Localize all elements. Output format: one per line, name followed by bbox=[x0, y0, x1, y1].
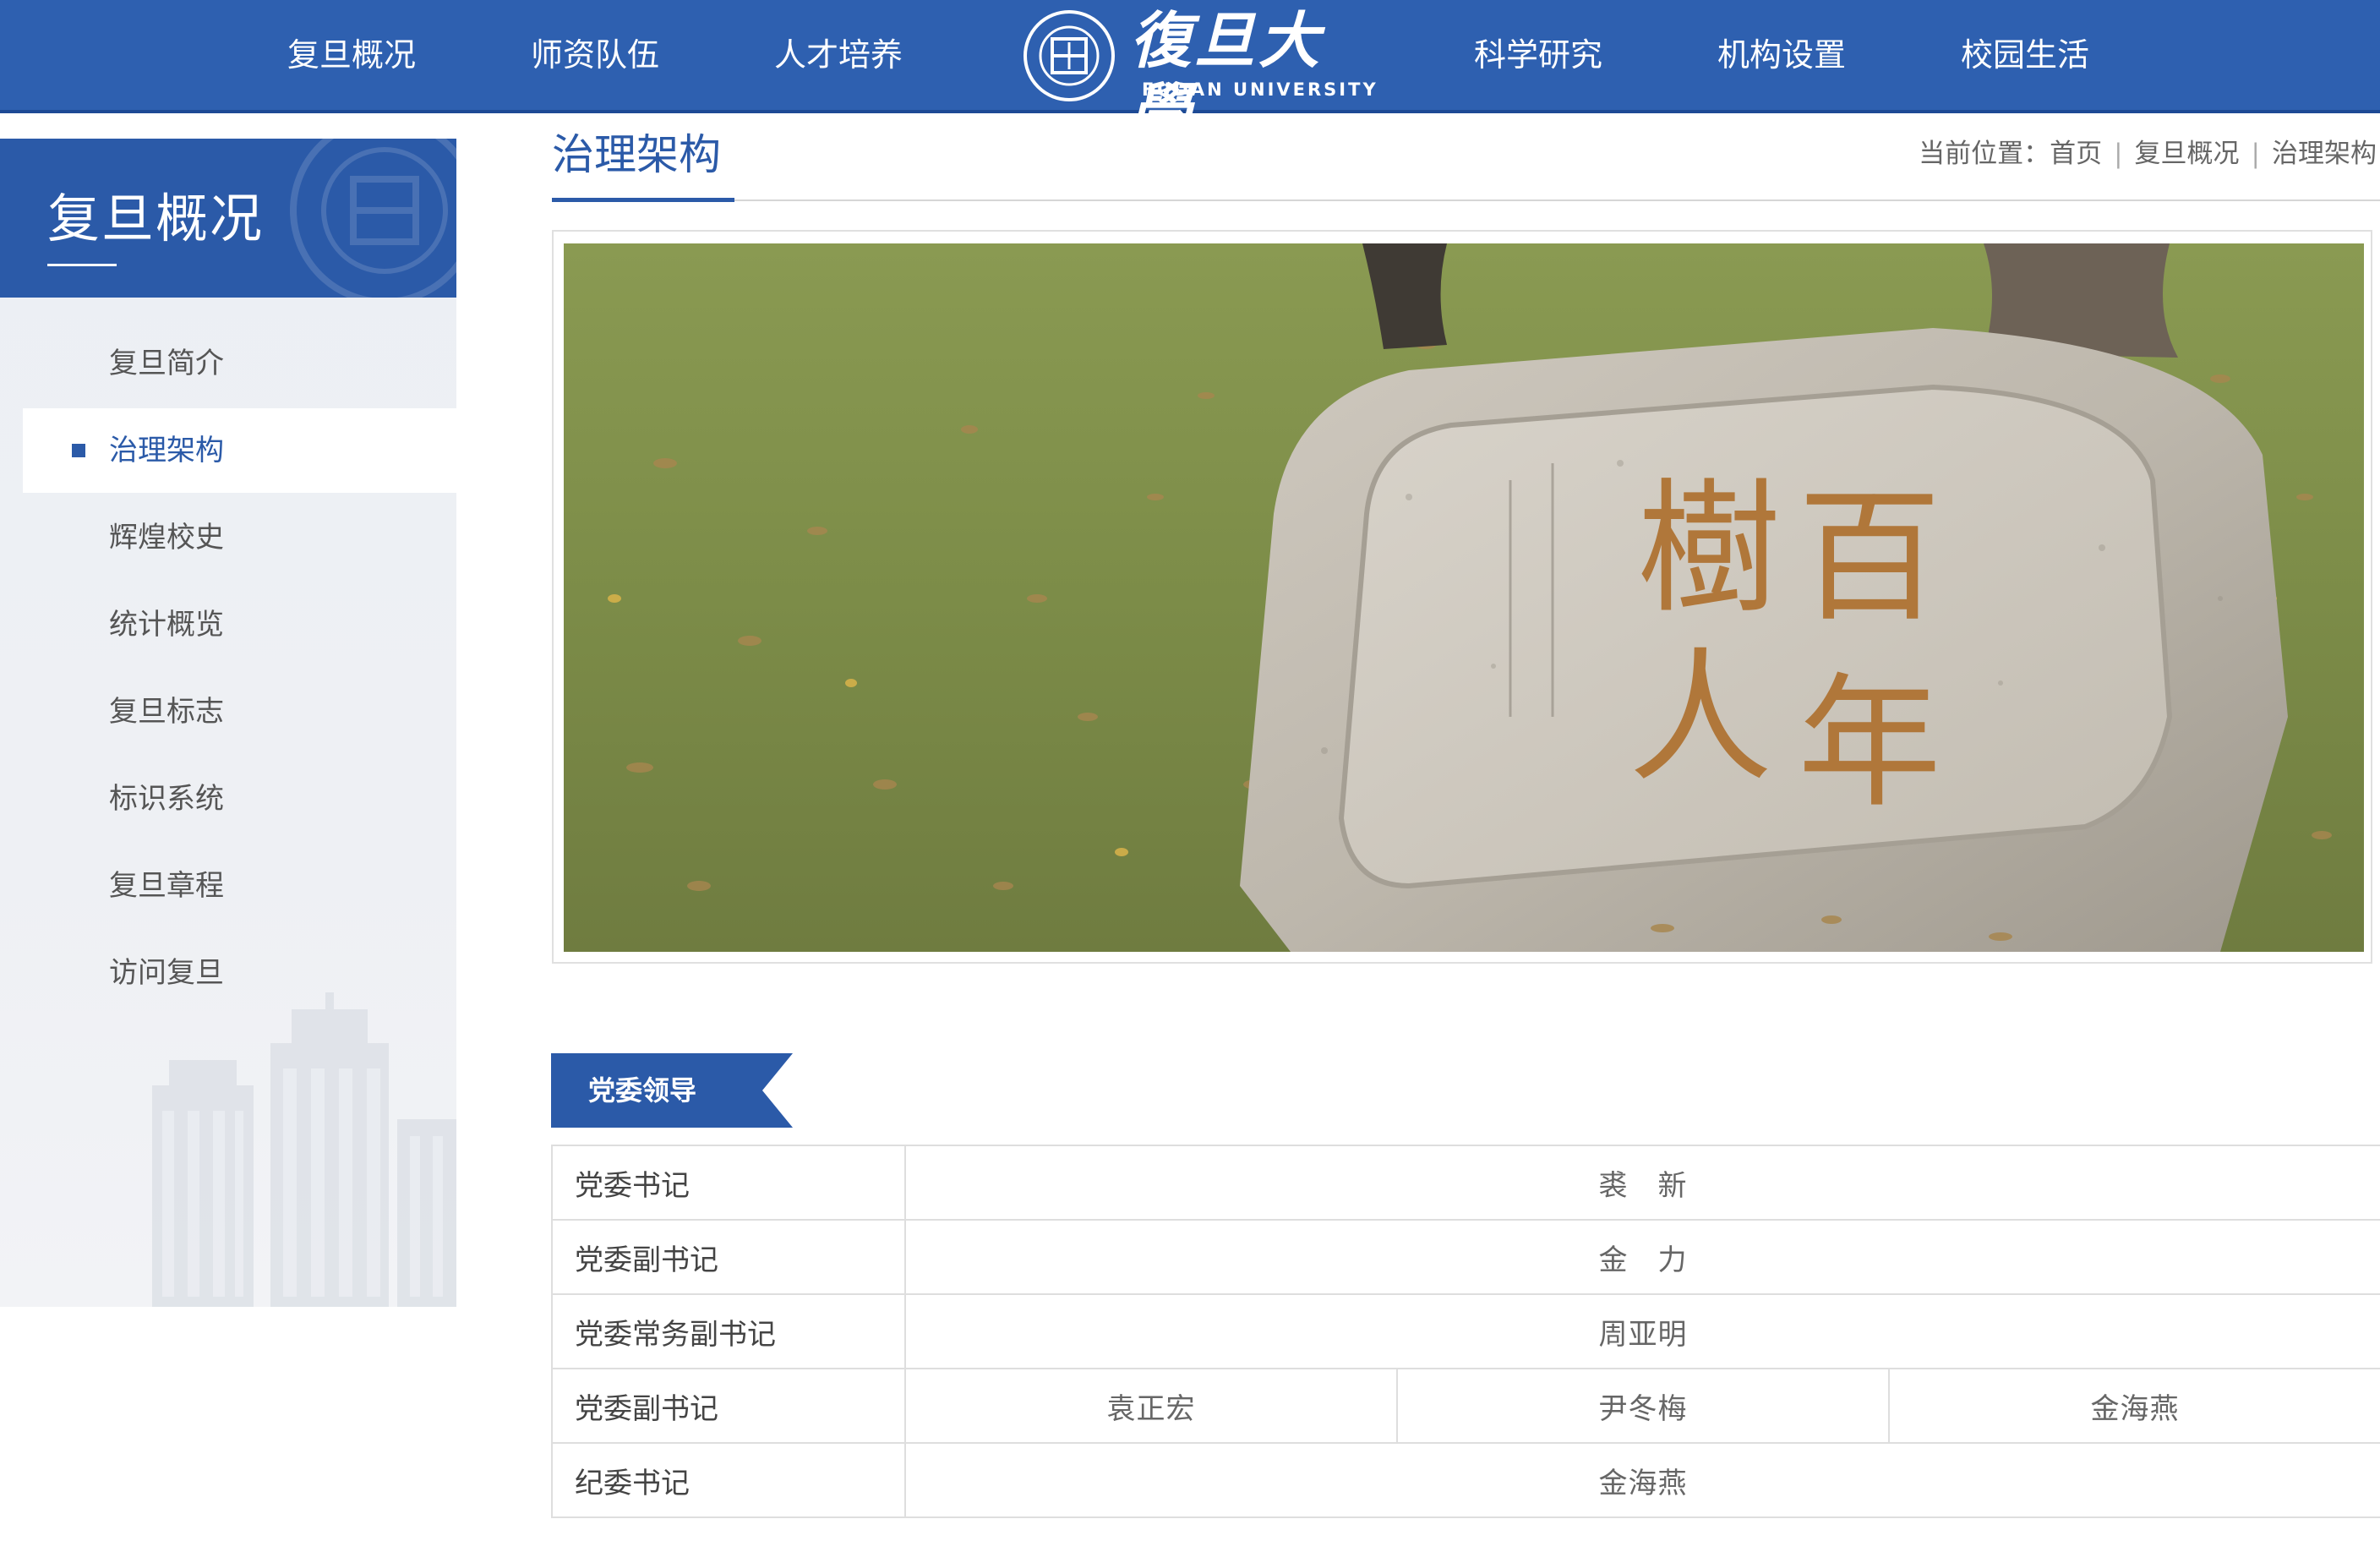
sidebar-item-identity-system[interactable]: 标识系统 bbox=[23, 757, 456, 841]
role-cell: 党委常务副书记 bbox=[551, 1293, 906, 1369]
sidebar-title: 复旦概况 bbox=[47, 188, 265, 249]
sidebar: 复旦概况 复旦简介 治理架构 辉煌校史 统计概览 复旦标志 标识系统 复旦章程 … bbox=[0, 139, 456, 1307]
section-tag: 党委领导 bbox=[551, 1053, 793, 1128]
table-row: 党委书记 裘 新 bbox=[551, 1145, 2380, 1221]
sidebar-title-underline bbox=[47, 264, 117, 266]
sidebar-item-label: 复旦章程 bbox=[109, 869, 224, 903]
table-row: 纪委书记 金海燕 bbox=[551, 1442, 2380, 1518]
sidebar-item-label: 辉煌校史 bbox=[109, 521, 224, 555]
stone-char-4: 人 bbox=[1629, 635, 1772, 802]
seal-watermark-icon bbox=[290, 139, 456, 298]
role-cell: 党委副书记 bbox=[551, 1219, 906, 1295]
nav-item-organization[interactable]: 机构设置 bbox=[1697, 0, 1866, 110]
fudan-logo[interactable]: 復旦大學 FUDAN UNIVERSITY bbox=[1018, 3, 1376, 147]
role-cell: 党委副书记 bbox=[551, 1368, 906, 1444]
breadcrumb-prefix: 当前位置： bbox=[1919, 139, 2050, 169]
role-cell: 党委书记 bbox=[551, 1145, 906, 1221]
sidebar-item-label: 标识系统 bbox=[109, 782, 224, 816]
breadcrumb-separator: | bbox=[2114, 139, 2123, 169]
section-label: 党委领导 bbox=[588, 1074, 697, 1107]
title-divider bbox=[552, 199, 2380, 201]
sidebar-item-label: 复旦标志 bbox=[109, 695, 224, 729]
nav-item-research[interactable]: 科学研究 bbox=[1454, 0, 1623, 110]
breadcrumb-separator: | bbox=[2251, 139, 2260, 169]
nav-item-fudan-overview[interactable]: 复旦概况 bbox=[267, 0, 436, 110]
title-underline bbox=[552, 198, 734, 202]
name-cell: 周亚明 bbox=[903, 1293, 2380, 1369]
sidebar-item-governance[interactable]: 治理架构 bbox=[23, 408, 456, 493]
stone-monument-image: 百 年 樹 人 bbox=[564, 243, 2364, 952]
sidebar-item-statistics[interactable]: 统计概览 bbox=[23, 582, 456, 667]
stone-char-1: 百 bbox=[1798, 474, 1941, 642]
table-row: 党委副书记 袁正宏 尹冬梅 金海燕 bbox=[551, 1368, 2380, 1444]
page-title: 治理架构 bbox=[552, 130, 721, 179]
name-cell: 金 力 bbox=[903, 1219, 2380, 1295]
table-row: 党委副书记 金 力 bbox=[551, 1219, 2380, 1295]
name-cell: 尹冬梅 bbox=[1396, 1368, 1890, 1444]
sidebar-item-emblem[interactable]: 复旦标志 bbox=[23, 669, 456, 754]
name-cell: 金海燕 bbox=[903, 1442, 2380, 1518]
sidebar-item-charter[interactable]: 复旦章程 bbox=[23, 844, 456, 928]
top-navigation-bar: 复旦概况 师资队伍 人才培养 復旦大學 FUDAN UNIVERSITY 科学研… bbox=[0, 0, 2380, 147]
nav-item-campus-life[interactable]: 校园生活 bbox=[1941, 0, 2110, 110]
stone-char-2: 年 bbox=[1798, 660, 1941, 828]
sidebar-item-label: 治理架构 bbox=[109, 434, 224, 467]
name-cell: 裘 新 bbox=[903, 1145, 2380, 1221]
sidebar-item-introduction[interactable]: 复旦简介 bbox=[23, 321, 456, 406]
logo-subtitle: FUDAN UNIVERSITY bbox=[1142, 79, 1378, 100]
sidebar-item-label: 复旦简介 bbox=[109, 347, 224, 380]
name-cell: 袁正宏 bbox=[904, 1368, 1398, 1444]
banner-photo: 百 年 樹 人 bbox=[564, 243, 2364, 952]
stone-char-3: 樹 bbox=[1637, 466, 1781, 633]
breadcrumb-fudan-overview[interactable]: 复旦概况 bbox=[2135, 139, 2240, 169]
sidebar-header: 复旦概况 bbox=[0, 139, 456, 298]
breadcrumb: 当前位置：首页 | 复旦概况 | 治理架构 bbox=[1919, 134, 2377, 174]
buildings-watermark-image bbox=[152, 992, 456, 1307]
breadcrumb-governance[interactable]: 治理架构 bbox=[2272, 139, 2377, 169]
breadcrumb-home[interactable]: 首页 bbox=[2050, 139, 2102, 169]
sidebar-item-history[interactable]: 辉煌校史 bbox=[23, 495, 456, 580]
logo-title: 復旦大學 bbox=[1130, 4, 1324, 147]
sidebar-item-label: 统计概览 bbox=[109, 608, 224, 642]
nav-item-faculty[interactable]: 师资队伍 bbox=[510, 0, 680, 110]
nav-item-education[interactable]: 人才培养 bbox=[754, 0, 923, 110]
active-bullet-icon bbox=[72, 444, 85, 457]
fudan-seal-icon bbox=[1024, 10, 1115, 101]
banner-photo-frame: 百 年 樹 人 bbox=[552, 230, 2372, 964]
table-row: 党委常务副书记 周亚明 bbox=[551, 1293, 2380, 1369]
name-cell: 金海燕 bbox=[1887, 1368, 2380, 1444]
leadership-table: 党委书记 裘 新 党委副书记 金 力 党委常务副书记 周亚明 党委副书记 袁正宏… bbox=[551, 1145, 2380, 1518]
role-cell: 纪委书记 bbox=[551, 1442, 906, 1518]
